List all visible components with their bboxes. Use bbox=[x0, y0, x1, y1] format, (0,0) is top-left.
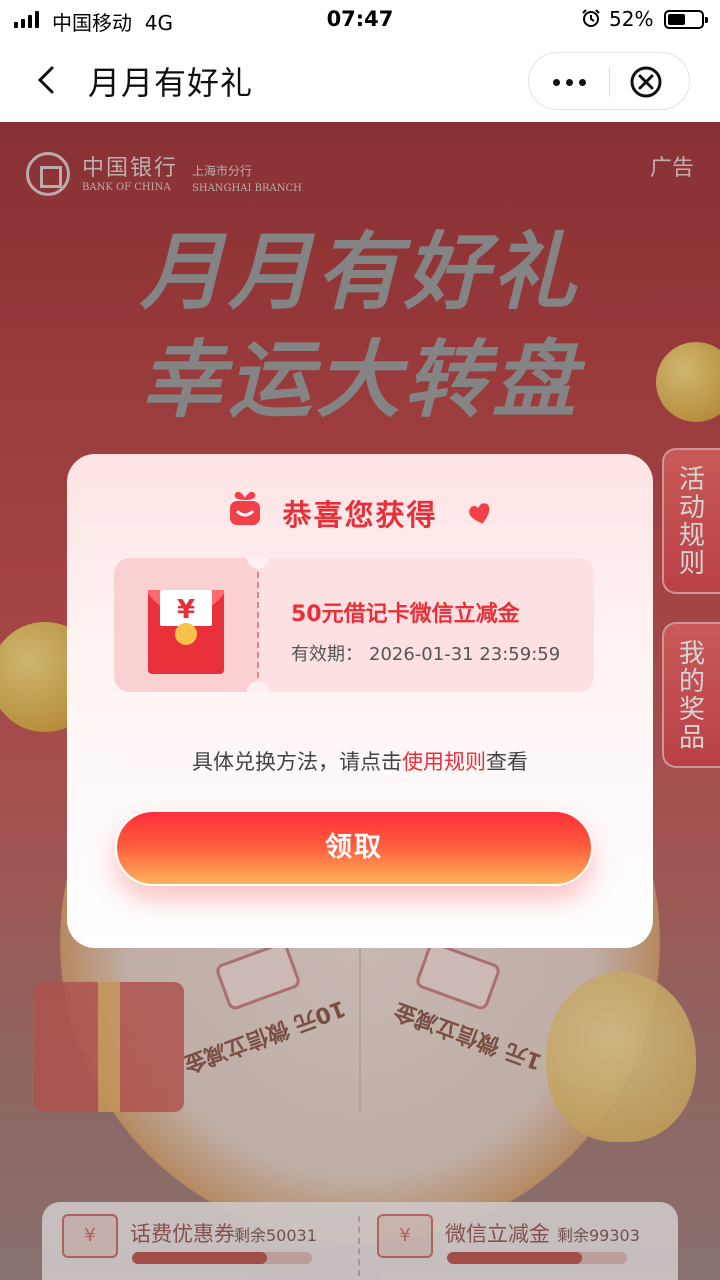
validity-value: 2026-01-31 23:59:59 bbox=[369, 644, 561, 665]
red-envelope-icon: ¥ bbox=[148, 590, 224, 674]
more-button[interactable] bbox=[529, 53, 609, 111]
modal-title: 恭喜您获得 bbox=[282, 498, 438, 532]
more-dot-icon bbox=[565, 78, 573, 86]
usage-rules-link[interactable]: 使用规则 bbox=[402, 750, 486, 774]
coupon-name: 50元借记卡微信立减金 bbox=[291, 602, 520, 627]
modal-title-row: 恭喜您获得 bbox=[67, 490, 653, 536]
hint-text-tail: 查看 bbox=[486, 750, 528, 774]
nav-bar: 月月有好礼 bbox=[0, 40, 720, 122]
alarm-icon bbox=[582, 9, 600, 27]
prize-coupon-card: ¥ 50元借记卡微信立减金 有效期： 2026-01-31 23:59:59 bbox=[114, 558, 594, 692]
battery-icon bbox=[664, 10, 708, 29]
status-bar: 中国移动 4G 07:47 52% bbox=[0, 0, 720, 40]
claim-button[interactable]: 领取 bbox=[115, 810, 593, 886]
envelope-currency-symbol: ¥ bbox=[177, 595, 195, 625]
battery-fill bbox=[668, 14, 685, 25]
coupon-validity: 有效期： 2026-01-31 23:59:59 bbox=[291, 640, 560, 666]
mini-program-capsule bbox=[528, 52, 690, 110]
more-dot-icon bbox=[578, 78, 586, 86]
validity-label: 有效期： bbox=[291, 644, 363, 665]
back-icon[interactable] bbox=[30, 60, 66, 100]
hint-text: 具体兑换方法，请点击 bbox=[192, 750, 402, 774]
page-title: 月月有好礼 bbox=[88, 64, 254, 102]
heart-icon bbox=[469, 503, 490, 524]
redeem-hint: 具体兑换方法，请点击使用规则查看 bbox=[67, 746, 653, 776]
coupon-divider bbox=[257, 572, 259, 678]
battery-percent: 52% bbox=[609, 7, 654, 31]
capsule-divider bbox=[609, 67, 610, 97]
close-icon[interactable] bbox=[629, 65, 663, 99]
prize-modal: 恭喜您获得 ¥ 50元借记卡微信立减金 有效期： 2026-01-31 23:59… bbox=[67, 454, 653, 948]
more-dot-icon bbox=[552, 78, 560, 86]
